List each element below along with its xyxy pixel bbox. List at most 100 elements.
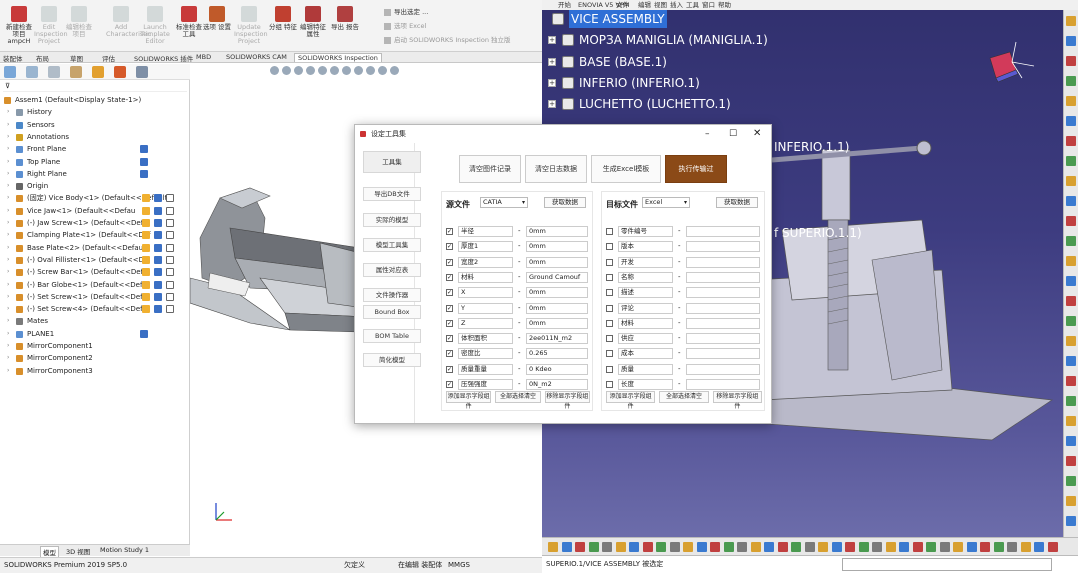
toolbar-icon[interactable] — [1007, 542, 1017, 552]
side-nav-button[interactable]: 简化模型 — [363, 353, 421, 367]
field-checkbox[interactable] — [606, 350, 613, 358]
toolbar-icon[interactable] — [1020, 542, 1031, 552]
ribbon-button[interactable]: Update Inspection Project — [234, 6, 268, 48]
appearance-icon[interactable] — [142, 206, 150, 215]
tree-node[interactable]: › MirrorComponent2 — [0, 352, 188, 364]
appearance-icon[interactable] — [142, 280, 150, 289]
toolbar-icon[interactable] — [575, 542, 585, 552]
toolbar-icon[interactable] — [1066, 476, 1076, 486]
expand-icon[interactable]: › — [7, 303, 9, 315]
display-icon[interactable] — [154, 231, 162, 240]
field-value-input[interactable]: 0mm — [526, 317, 588, 329]
toolbar-icon[interactable] — [845, 542, 855, 552]
field-checkbox[interactable]: ✓ — [446, 289, 453, 297]
toolbar-icon[interactable] — [885, 542, 896, 552]
toolbar-icon[interactable] — [1066, 36, 1076, 46]
expand-icon[interactable]: › — [7, 328, 9, 340]
view-tool-icon[interactable] — [354, 66, 363, 75]
field-name-input[interactable]: 体积面积 — [458, 333, 513, 345]
field-name-input[interactable]: Y — [458, 302, 513, 314]
dimxpert-tab-icon[interactable] — [70, 66, 82, 78]
tree-node[interactable]: › Mates — [0, 315, 188, 327]
toolbar-icon[interactable] — [980, 542, 990, 552]
display-icon[interactable] — [154, 243, 162, 252]
ribbon-button[interactable]: 导出 报告 — [330, 6, 360, 48]
field-name-input[interactable]: 半径 — [458, 226, 513, 237]
ribbon-side-item[interactable]: 启动 SOLIDWORKS Inspection 独立版 — [384, 34, 511, 44]
tree-node[interactable]: › Top Plane — [0, 156, 188, 168]
expand-icon[interactable]: + — [548, 36, 556, 45]
panel-action-button[interactable]: 全部选择清空 — [495, 391, 541, 403]
appearance-icon[interactable] — [142, 305, 150, 314]
toolbar-icon[interactable] — [1066, 176, 1076, 186]
edit-icon[interactable] — [166, 292, 174, 301]
field-checkbox[interactable]: ✓ — [446, 228, 453, 235]
ribbon-side-item[interactable]: 导出选定 ... — [384, 6, 428, 16]
format-select[interactable]: CATIA — [480, 197, 528, 208]
field-value-input[interactable]: 0mm — [526, 256, 588, 268]
display-icon[interactable] — [154, 292, 162, 301]
toolbar-icon[interactable] — [1066, 56, 1076, 66]
toolbar-icon[interactable] — [642, 542, 653, 552]
ribbon-button[interactable]: 编辑检查 项目 — [64, 6, 94, 48]
field-checkbox[interactable]: ✓ — [446, 319, 453, 327]
read-data-button[interactable]: 获取数据 — [716, 197, 758, 208]
expand-icon[interactable]: › — [7, 352, 9, 364]
field-checkbox[interactable] — [606, 365, 613, 373]
toolbar-icon[interactable] — [1066, 236, 1076, 246]
menu-item[interactable]: 开始 — [558, 0, 571, 10]
panel-action-button[interactable]: 添加显示字段组件 — [446, 391, 492, 410]
tab-4[interactable]: SOLIDWORKS 插件 — [134, 53, 193, 63]
tree-node[interactable]: › (-) Jaw Screw<1> (Default<<Def — [0, 217, 188, 229]
edit-icon[interactable] — [166, 219, 174, 227]
edit-icon[interactable] — [166, 268, 174, 277]
toolbar-icon[interactable] — [1034, 542, 1044, 552]
field-value-input[interactable] — [686, 226, 760, 237]
toolbar-icon[interactable] — [737, 542, 747, 552]
toolbar-icon[interactable] — [1066, 416, 1076, 426]
expand-icon[interactable]: + — [548, 78, 556, 87]
field-checkbox[interactable]: ✓ — [446, 304, 453, 312]
toolbar-icon[interactable] — [1066, 436, 1076, 446]
display-icon[interactable] — [154, 268, 162, 277]
toolbar-icon[interactable] — [1066, 136, 1076, 146]
tab-5[interactable]: MBD — [196, 53, 211, 61]
field-checkbox[interactable] — [606, 289, 613, 297]
tree-node[interactable]: › PLANE1 — [0, 328, 188, 340]
edit-icon[interactable] — [166, 231, 174, 240]
toolbar-icon[interactable] — [1066, 356, 1076, 366]
field-name-input[interactable]: 供应 — [618, 333, 673, 345]
field-name-input[interactable]: 质量重量 — [458, 363, 513, 375]
field-name-input[interactable]: X — [458, 287, 513, 299]
field-value-input[interactable]: 0mm — [526, 287, 588, 299]
toolbar-icon[interactable] — [1066, 96, 1076, 106]
top-tab[interactable]: 执行传输过 — [665, 155, 727, 183]
ribbon-button[interactable]: 分组 特征 — [268, 6, 298, 48]
field-value-input[interactable] — [686, 363, 760, 375]
cam-tab-icon[interactable] — [136, 66, 148, 78]
edit-icon[interactable] — [166, 305, 174, 314]
expand-icon[interactable]: › — [7, 119, 9, 131]
edit-icon[interactable] — [166, 243, 174, 252]
expand-icon[interactable]: › — [7, 279, 9, 291]
filter-icon[interactable]: ⊽ — [5, 82, 10, 90]
field-name-input[interactable]: Z — [458, 317, 513, 329]
compass-navigator-icon[interactable] — [982, 40, 1042, 90]
toolbar-icon[interactable] — [1066, 336, 1076, 346]
menu-item[interactable]: 窗口 — [702, 0, 715, 10]
view-tool-icon[interactable] — [378, 66, 387, 75]
format-select[interactable]: Excel — [642, 197, 690, 208]
panel-action-button[interactable]: 移除显示字段组件 — [712, 391, 762, 410]
tree-node[interactable]: › Vice Jaw<1> (Default<<Defau — [0, 205, 188, 217]
expand-icon[interactable]: › — [7, 315, 9, 327]
field-name-input[interactable]: 版本 — [618, 241, 673, 253]
display-icon[interactable] — [140, 329, 148, 338]
expand-icon[interactable]: + — [548, 57, 556, 66]
toolbar-icon[interactable] — [669, 542, 680, 552]
menu-item[interactable]: 工具 — [686, 0, 699, 10]
tree-node[interactable]: › MirrorComponent3 — [0, 365, 188, 377]
field-value-input[interactable]: 0mm — [526, 226, 588, 237]
field-value-input[interactable]: 2ee011N_m2 — [526, 333, 588, 345]
edit-icon[interactable] — [166, 255, 174, 264]
toolbar-icon[interactable] — [1066, 376, 1076, 386]
